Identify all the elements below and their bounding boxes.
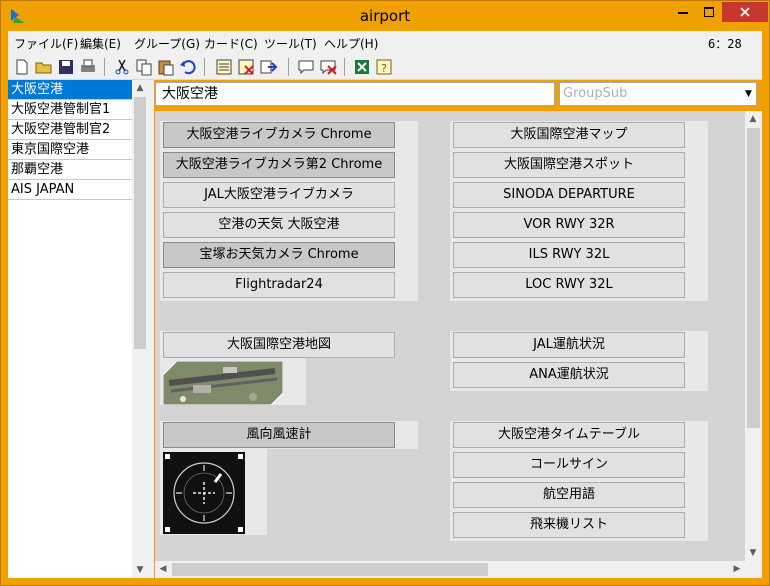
- svg-text:?: ?: [381, 62, 387, 75]
- menu-file[interactable]: ファイル(F): [14, 35, 78, 52]
- groupsub-select[interactable]: GroupSub: [559, 82, 757, 106]
- delete-card-icon[interactable]: [236, 57, 256, 77]
- close-icon: [740, 7, 750, 17]
- card-area: 大阪空港ライブカメラ Chrome 大阪空港ライブカメラ第2 Chrome JA…: [155, 111, 762, 578]
- menu-tools[interactable]: ツール(T): [264, 35, 317, 52]
- card-panel-wind: 風向風速計: [160, 421, 418, 449]
- minimize-icon: [678, 12, 688, 14]
- scrollbar-corner: [745, 561, 762, 578]
- card-osaka-live-camera-chrome[interactable]: 大阪空港ライブカメラ Chrome: [163, 122, 395, 148]
- card-panel-reference: 大阪空港タイムテーブル コールサイン 航空用語 飛来機リスト: [450, 421, 708, 541]
- undo-icon[interactable]: [178, 57, 198, 77]
- list-icon[interactable]: [214, 57, 234, 77]
- card-wind-gauge[interactable]: 風向風速計: [163, 422, 395, 448]
- dropdown-arrow-icon[interactable]: ▼: [740, 83, 756, 105]
- close-button[interactable]: [722, 2, 768, 22]
- scroll-thumb[interactable]: [172, 563, 488, 576]
- card-flightradar24[interactable]: Flightradar24: [163, 272, 395, 298]
- card-area-vscrollbar[interactable]: ▲ ▼: [745, 111, 762, 561]
- group-item-naha-airport[interactable]: 那覇空港: [8, 160, 132, 180]
- group-list-panel: 大阪空港 大阪空港管制官1 大阪空港管制官2 東京国際空港 那覇空港 AIS J…: [8, 80, 148, 578]
- group-item-osaka-airport[interactable]: 大阪空港: [8, 80, 132, 100]
- maximize-button[interactable]: [696, 2, 722, 22]
- scroll-down-icon[interactable]: ▼: [745, 545, 761, 561]
- scroll-up-icon[interactable]: ▲: [745, 111, 761, 127]
- group-list[interactable]: 大阪空港 大阪空港管制官1 大阪空港管制官2 東京国際空港 那覇空港 AIS J…: [8, 80, 132, 578]
- card-panel-airport-charts: 大阪国際空港マップ 大阪国際空港スポット SINODA DEPARTURE VO…: [450, 121, 708, 301]
- card-airport-weather-osaka[interactable]: 空港の天気 大阪空港: [163, 212, 395, 238]
- copy-icon[interactable]: [134, 57, 154, 77]
- scroll-thumb[interactable]: [134, 97, 146, 349]
- card-aviation-terms[interactable]: 航空用語: [453, 482, 685, 508]
- group-item-osaka-controller-2[interactable]: 大阪空港管制官2: [8, 120, 132, 140]
- card-callsign[interactable]: コールサイン: [453, 452, 685, 478]
- group-list-scrollbar[interactable]: ▲ ▼: [132, 80, 148, 578]
- card-sinoda-departure[interactable]: SINODA DEPARTURE: [453, 182, 685, 208]
- minimize-button[interactable]: [670, 2, 696, 22]
- group-title-field[interactable]: 大阪空港: [155, 82, 555, 106]
- card-ils-rwy-32l[interactable]: ILS RWY 32L: [453, 242, 685, 268]
- card-osaka-airport-spot[interactable]: 大阪国際空港スポット: [453, 152, 685, 178]
- menu-bar: ファイル(F) 編集(E) グループ(G) カード(C) ツール(T) ヘルプ(…: [8, 31, 762, 54]
- scroll-up-icon[interactable]: ▲: [132, 80, 148, 96]
- panel-splitter[interactable]: [148, 80, 154, 578]
- menu-edit[interactable]: 編集(E): [80, 35, 121, 52]
- card-area-hscrollbar[interactable]: ◀ ▶: [155, 561, 745, 578]
- print-icon[interactable]: [78, 57, 98, 77]
- toolbar-separator: [204, 58, 205, 76]
- help-icon[interactable]: ?: [374, 57, 394, 77]
- card-takarazuka-weather-camera[interactable]: 宝塚お天気カメラ Chrome: [163, 242, 395, 268]
- clock: 6：28: [708, 37, 742, 51]
- app-window: airport ファイル(F) 編集(E) グループ(G) カード(C) ツール…: [0, 0, 770, 586]
- group-item-ais-japan[interactable]: AIS JAPAN: [8, 180, 132, 200]
- menu-help[interactable]: ヘルプ(H): [324, 35, 378, 52]
- card-panel-live-cameras: 大阪空港ライブカメラ Chrome 大阪空港ライブカメラ第2 Chrome JA…: [160, 121, 418, 301]
- card-aircraft-list[interactable]: 飛来機リスト: [453, 512, 685, 538]
- card-ana-flight-status[interactable]: ANA運航状況: [453, 362, 685, 388]
- window-title: airport: [359, 7, 411, 25]
- open-folder-icon[interactable]: [34, 57, 54, 77]
- save-icon[interactable]: [56, 57, 76, 77]
- menu-group[interactable]: グループ(G): [134, 35, 200, 52]
- card-osaka-timetable[interactable]: 大阪空港タイムテーブル: [453, 422, 685, 448]
- excel-icon[interactable]: [352, 57, 372, 77]
- scroll-thumb[interactable]: [747, 128, 760, 428]
- toolbar-separator: [104, 58, 105, 76]
- card-loc-rwy-32l[interactable]: LOC RWY 32L: [453, 272, 685, 298]
- new-file-icon[interactable]: [12, 57, 32, 77]
- comment-icon[interactable]: [296, 57, 316, 77]
- menu-card[interactable]: カード(C): [204, 35, 258, 52]
- toolbar-separator: [288, 58, 289, 76]
- scroll-left-icon[interactable]: ◀: [155, 561, 171, 577]
- card-osaka-live-camera-2-chrome[interactable]: 大阪空港ライブカメラ第2 Chrome: [163, 152, 395, 178]
- card-vor-rwy-32r[interactable]: VOR RWY 32R: [453, 212, 685, 238]
- card-osaka-airport-chart[interactable]: 大阪国際空港地図: [163, 332, 395, 358]
- card-jal-flight-status[interactable]: JAL運航状況: [453, 332, 685, 358]
- card-jal-osaka-live-camera[interactable]: JAL大阪空港ライブカメラ: [163, 182, 395, 208]
- delete-comment-icon[interactable]: [318, 57, 338, 77]
- group-item-tokyo-international[interactable]: 東京国際空港: [8, 140, 132, 160]
- toolbar: ?: [8, 54, 762, 80]
- title-bar[interactable]: airport: [1, 1, 769, 31]
- maximize-icon: [704, 7, 714, 17]
- card-osaka-airport-map[interactable]: 大阪国際空港マップ: [453, 122, 685, 148]
- group-item-osaka-controller-1[interactable]: 大阪空港管制官1: [8, 100, 132, 120]
- toolbar-separator: [344, 58, 345, 76]
- cut-icon[interactable]: [112, 57, 132, 77]
- wind-gauge-image[interactable]: [163, 452, 245, 534]
- export-icon[interactable]: [258, 57, 278, 77]
- airport-aerial-photo[interactable]: [163, 361, 283, 405]
- scroll-right-icon[interactable]: ▶: [729, 561, 745, 577]
- scroll-down-icon[interactable]: ▼: [132, 562, 148, 578]
- paste-icon[interactable]: [156, 57, 176, 77]
- card-panel-flight-status: JAL運航状況 ANA運航状況: [450, 331, 708, 391]
